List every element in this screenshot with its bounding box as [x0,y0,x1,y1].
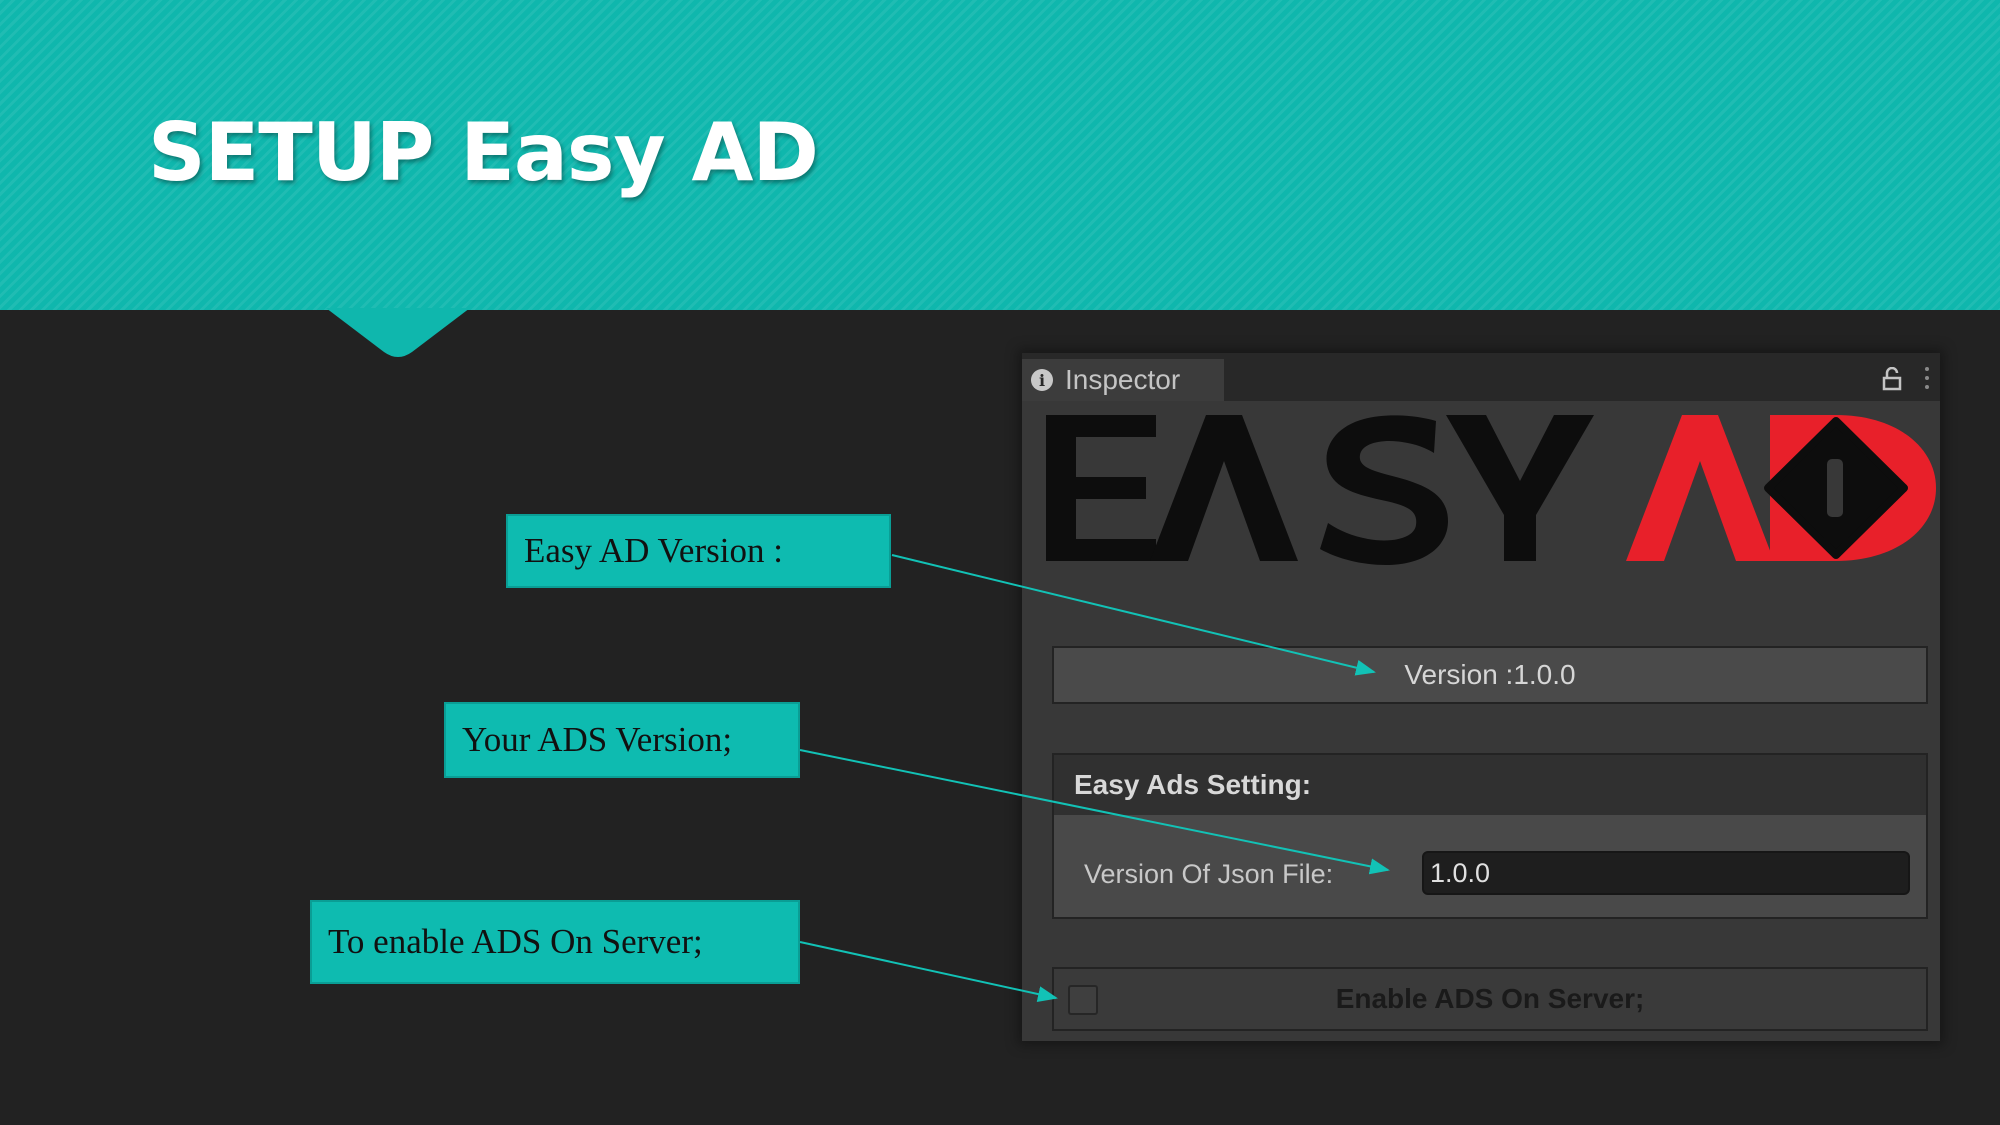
inspector-panel: i Inspector Version :1.0.0 Easy Ads Sett… [1022,353,1940,1041]
enable-ads-row[interactable]: Enable ADS On Server; [1052,967,1928,1031]
settings-heading: Easy Ads Setting: [1054,755,1926,815]
tab-inspector[interactable]: i Inspector [1022,359,1224,401]
callout-label: Your ADS Version; [462,720,733,759]
info-icon: i [1031,369,1053,391]
version-display: Version :1.0.0 [1052,646,1928,704]
tab-inspector-label: Inspector [1065,364,1181,395]
callout-label: To enable ADS On Server; [328,922,703,961]
json-version-field[interactable]: 1.0.0 [1422,851,1910,895]
enable-ads-label: Enable ADS On Server; [1335,983,1645,1014]
callout-easy-ad-version: Easy AD Version : [506,514,891,588]
json-version-label: Version Of Json File: [1084,859,1334,889]
callout-your-ads-version: Your ADS Version; [444,702,800,778]
easy-ad-logo [1046,415,1936,565]
lock-icon[interactable] [1882,367,1902,391]
slide-title: SETUP Easy AD [148,106,819,199]
settings-body: Version Of Json File: 1.0.0 [1054,815,1926,917]
callout-enable-ads-server: To enable ADS On Server; [310,900,800,984]
inspector-tab-bar: i Inspector [1022,353,1940,401]
kebab-menu-icon[interactable] [1924,365,1930,391]
easy-ads-settings-panel: Easy Ads Setting: Version Of Json File: … [1052,753,1928,919]
arrow-enable-ads [799,941,1058,1002]
callout-label: Easy AD Version : [524,531,783,570]
